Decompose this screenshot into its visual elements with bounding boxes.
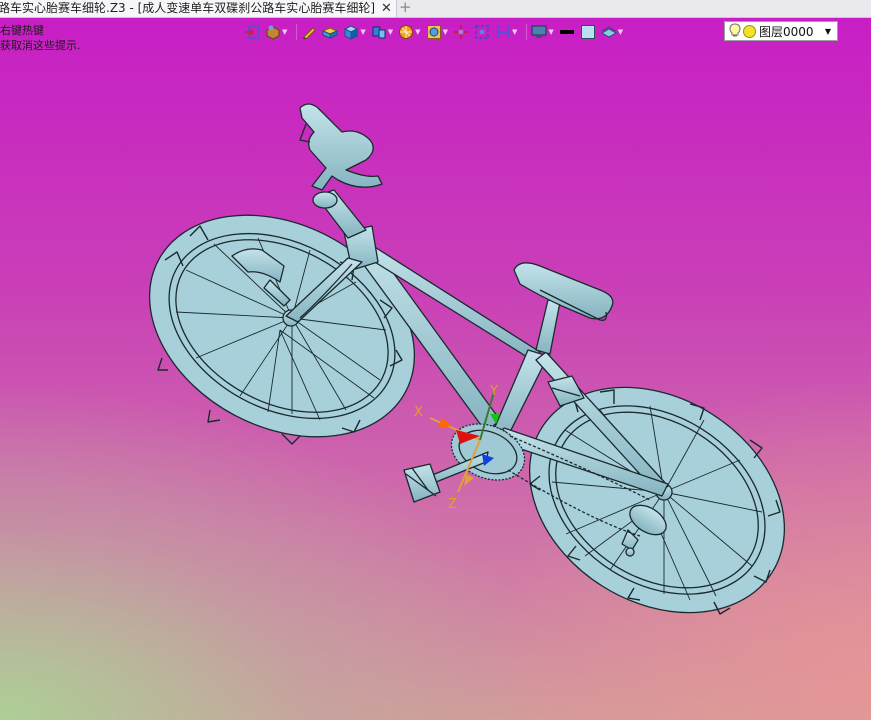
zoom-fit-button[interactable] — [474, 24, 490, 40]
view-orient-button[interactable]: ▼ — [371, 24, 393, 40]
display-button[interactable]: ▼ — [531, 24, 554, 40]
dimension-icon — [497, 26, 509, 38]
layer-select[interactable]: 图层0000 ▼ — [724, 21, 838, 41]
move-icon — [453, 25, 468, 39]
cube-icon — [344, 25, 359, 40]
move-button[interactable] — [453, 24, 469, 40]
exit-sketch-icon — [245, 25, 259, 39]
dimension-button[interactable]: ▼ — [495, 24, 517, 40]
layer-name: 图层0000 — [759, 24, 814, 39]
line-color-icon — [559, 30, 574, 34]
part-icon — [266, 25, 280, 40]
document-tab[interactable]: 路车实心胎赛车细轮.Z3 - [成人变速单车双碟刹公路车实心胎赛车细轮] ✕ — [0, 0, 397, 17]
zoom-fit-icon — [475, 25, 489, 39]
layer-display-button[interactable]: ▼ — [600, 24, 623, 40]
tip-line-2: 获取消这些提示. — [0, 39, 81, 52]
sketch-button[interactable] — [301, 24, 317, 40]
x-axis-label: X — [414, 405, 423, 420]
shaded-solid-icon — [322, 27, 339, 39]
tab-title: 路车实心胎赛车细轮.Z3 - [成人变速单车双碟刹公路车实心胎赛车细轮] — [0, 1, 375, 15]
render-mode-icon — [399, 25, 414, 39]
line-color-button[interactable] — [559, 24, 575, 40]
tip-line-1: 右键热键 — [0, 24, 44, 37]
document-tab-bar: 路车实心胎赛车细轮.Z3 - [成人变速单车双碟刹公路车实心胎赛车细轮] ✕ + — [0, 0, 871, 18]
front-wheel — [148, 214, 416, 445]
view-cube-button[interactable]: ▼ — [343, 24, 366, 40]
exit-sketch-button[interactable] — [244, 24, 260, 40]
section-view-button[interactable]: ▼ — [426, 24, 448, 40]
display-icon — [531, 25, 547, 38]
layer-color-indicator — [743, 24, 756, 38]
bicycle-model[interactable]: X Y Z — [0, 0, 871, 720]
view-toolbar: ▼ ▼ ▼ ▼ ▼ ▼ ▼ ▼ — [244, 21, 628, 43]
lightbulb-icon — [729, 22, 741, 40]
chevron-down-icon[interactable]: ▼ — [825, 27, 831, 36]
render-mode-button[interactable]: ▼ — [398, 24, 421, 40]
part-button[interactable]: ▼ — [265, 24, 287, 40]
section-view-icon — [426, 25, 441, 39]
face-color-icon — [580, 25, 595, 39]
rear-wheel — [528, 386, 786, 615]
z-axis-label: Z — [448, 497, 457, 512]
pencil-icon — [303, 27, 317, 40]
face-color-button[interactable] — [580, 24, 596, 40]
shaded-button[interactable] — [322, 24, 339, 40]
new-tab-icon[interactable]: + — [399, 0, 412, 15]
layer-display-icon — [600, 26, 617, 38]
view-orient-icon — [372, 26, 386, 39]
tab-close-icon[interactable]: ✕ — [381, 0, 392, 17]
y-axis-label: Y — [489, 384, 498, 399]
tip-text: 右键热键 获取消这些提示. — [0, 23, 81, 53]
